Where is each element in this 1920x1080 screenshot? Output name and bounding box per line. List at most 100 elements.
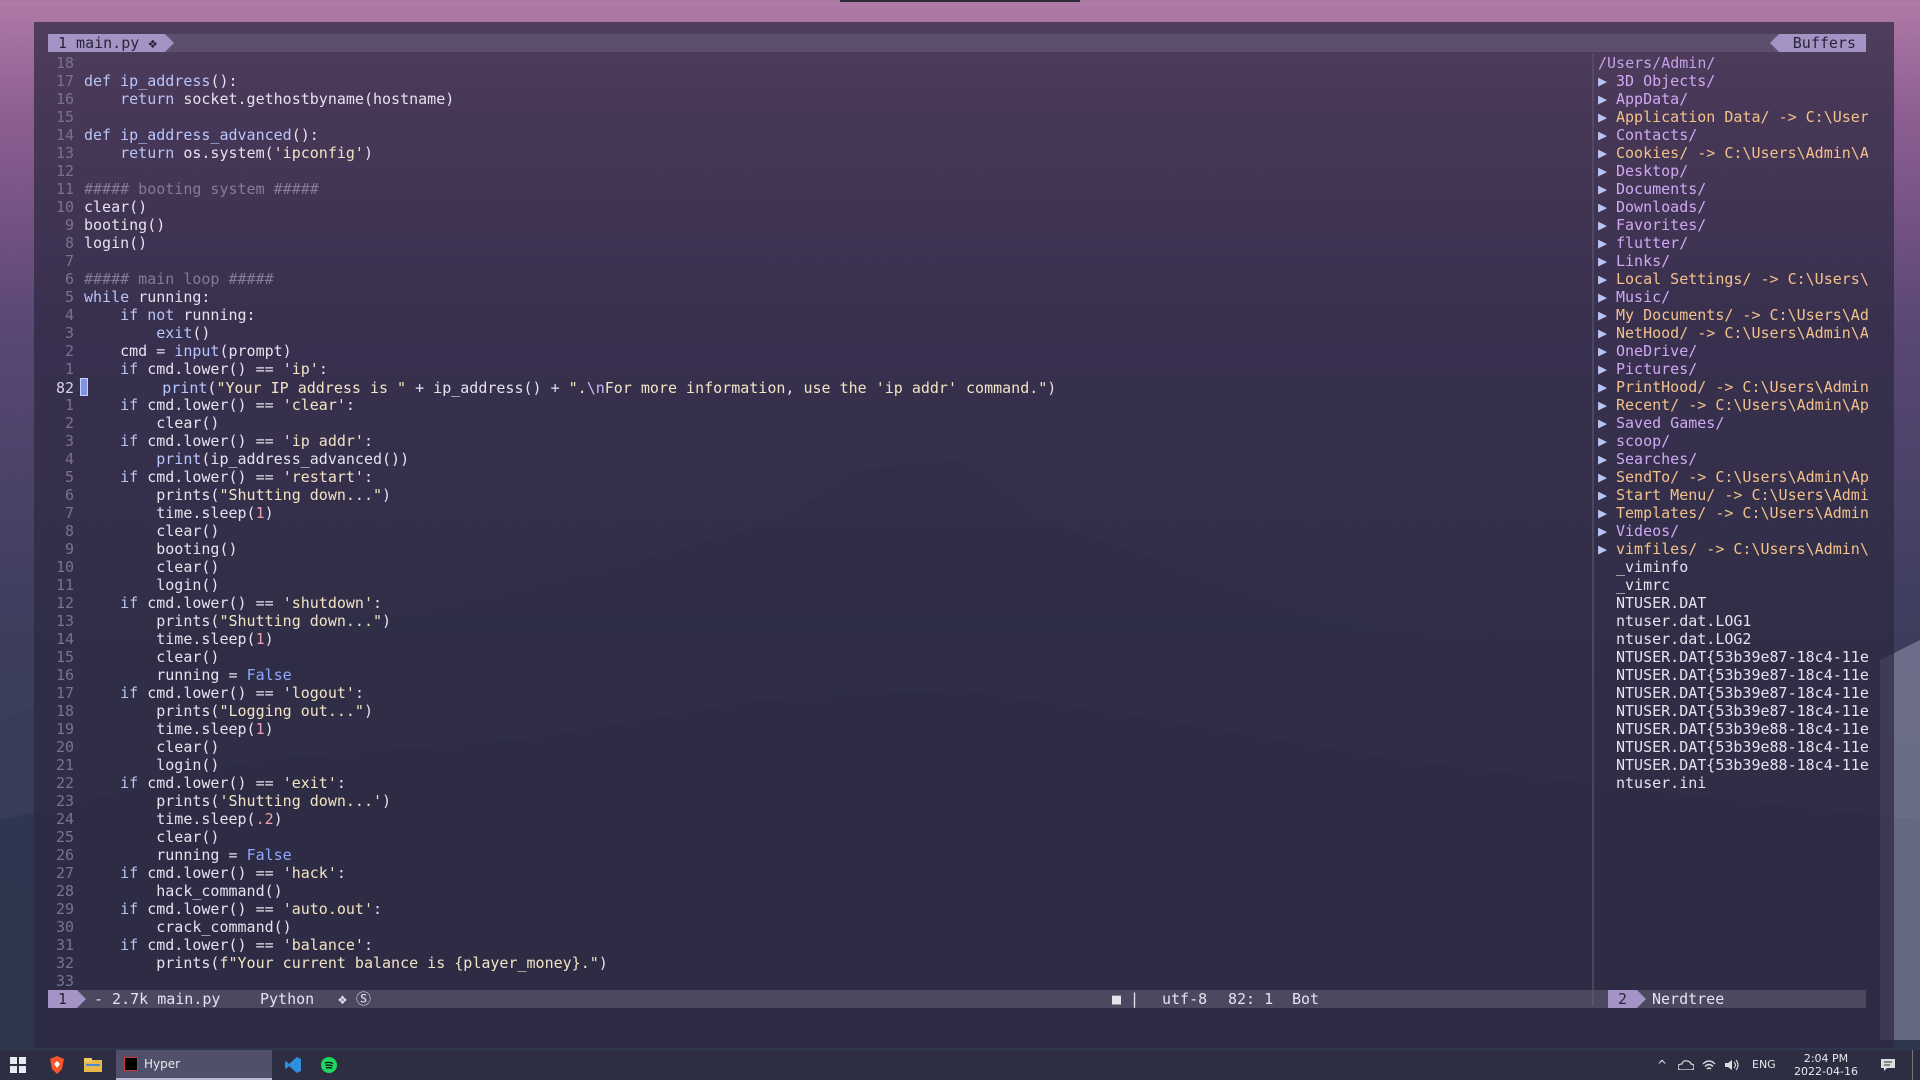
code-line[interactable]: 21 login() <box>48 756 220 774</box>
code-line[interactable]: 12 <box>48 162 84 180</box>
nerdtree-folder[interactable]: ▶ flutter/ <box>1598 234 1868 252</box>
wifi-icon[interactable] <box>1700 1050 1718 1080</box>
code-line[interactable]: 10 clear() <box>48 198 147 216</box>
code-line[interactable]: 3 exit() <box>48 324 210 342</box>
expand-arrow-icon[interactable]: ▶ <box>1598 540 1616 558</box>
code-line[interactable]: 13 prints("Shutting down...") <box>48 612 391 630</box>
nerdtree-file[interactable]: NTUSER.DAT{53b39e87-18c4-11e <box>1598 648 1868 666</box>
code-line[interactable]: 30 crack_command() <box>48 918 292 936</box>
nerdtree-folder[interactable]: ▶ Downloads/ <box>1598 198 1868 216</box>
nerdtree-folder[interactable]: ▶ AppData/ <box>1598 90 1868 108</box>
code-line[interactable]: 11 ##### booting system ##### <box>48 180 319 198</box>
nerdtree-folder[interactable]: ▶ Music/ <box>1598 288 1868 306</box>
code-line[interactable]: 18 <box>48 54 84 72</box>
code-line[interactable]: 14 def ip_address_advanced(): <box>48 126 319 144</box>
expand-arrow-icon[interactable]: ▶ <box>1598 126 1616 144</box>
code-line[interactable]: 28 hack_command() <box>48 882 283 900</box>
nerdtree-file[interactable]: NTUSER.DAT{53b39e88-18c4-11e <box>1598 756 1868 774</box>
nerdtree-folder[interactable]: ▶ Recent/ -> C:\Users\Admin\Ap <box>1598 396 1868 414</box>
code-line[interactable]: 18 prints("Logging out...") <box>48 702 373 720</box>
expand-arrow-icon[interactable]: ▶ <box>1598 360 1616 378</box>
code-line[interactable]: 22 if cmd.lower() == 'exit': <box>48 774 346 792</box>
code-line[interactable]: 2 clear() <box>48 414 220 432</box>
expand-arrow-icon[interactable]: ▶ <box>1598 468 1616 486</box>
code-line[interactable]: 14 time.sleep(1) <box>48 630 274 648</box>
code-line[interactable]: 8 login() <box>48 234 147 252</box>
code-line[interactable]: 7 <box>48 252 84 270</box>
onedrive-icon[interactable] <box>1676 1050 1696 1080</box>
nerdtree-folder[interactable]: ▶ Cookies/ -> C:\Users\Admin\A <box>1598 144 1868 162</box>
code-line[interactable]: 13 return os.system('ipconfig') <box>48 144 373 162</box>
code-line[interactable]: 7 time.sleep(1) <box>48 504 274 522</box>
brave-browser-icon[interactable] <box>44 1050 70 1080</box>
expand-arrow-icon[interactable]: ▶ <box>1598 378 1616 396</box>
nerdtree-folder[interactable]: ▶ Application Data/ -> C:\User <box>1598 108 1868 126</box>
vscode-icon[interactable] <box>280 1050 306 1080</box>
code-line[interactable]: 20 clear() <box>48 738 220 756</box>
expand-arrow-icon[interactable]: ▶ <box>1598 270 1616 288</box>
code-line[interactable]: 27 if cmd.lower() == 'hack': <box>48 864 346 882</box>
expand-arrow-icon[interactable]: ▶ <box>1598 162 1616 180</box>
nerdtree-folder[interactable]: ▶ Start Menu/ -> C:\Users\Admi <box>1598 486 1868 504</box>
notification-icon[interactable] <box>1876 1050 1900 1080</box>
code-line[interactable]: 11 login() <box>48 576 220 594</box>
code-line[interactable]: 1 if cmd.lower() == 'clear': <box>48 396 355 414</box>
nerdtree-folder[interactable]: ▶ Videos/ <box>1598 522 1868 540</box>
expand-arrow-icon[interactable]: ▶ <box>1598 234 1616 252</box>
nerdtree-file[interactable]: NTUSER.DAT <box>1598 594 1868 612</box>
system-clock[interactable]: 2:04 PM 2022-04-16 <box>1780 1052 1872 1078</box>
code-line[interactable]: 6 prints("Shutting down...") <box>48 486 391 504</box>
expand-arrow-icon[interactable]: ▶ <box>1598 90 1616 108</box>
nerdtree-file[interactable]: ntuser.ini <box>1598 774 1868 792</box>
expand-arrow-icon[interactable]: ▶ <box>1598 216 1616 234</box>
nerdtree-file[interactable]: NTUSER.DAT{53b39e87-18c4-11e <box>1598 702 1868 720</box>
code-line[interactable]: 32 prints(f"Your current balance is {pla… <box>48 954 608 972</box>
code-line[interactable]: 9 booting() <box>48 216 165 234</box>
expand-arrow-icon[interactable]: ▶ <box>1598 252 1616 270</box>
hyper-terminal-window[interactable]: 1 main.py ❖ Buffers 18 17 def ip_address()… <box>34 22 1894 1048</box>
taskbar-hyper-app[interactable]: Hyper <box>116 1050 272 1080</box>
code-line[interactable]: 10 clear() <box>48 558 220 576</box>
nerdtree-file[interactable]: ntuser.dat.LOG1 <box>1598 612 1868 630</box>
expand-arrow-icon[interactable]: ▶ <box>1598 198 1616 216</box>
expand-arrow-icon[interactable]: ▶ <box>1598 432 1616 450</box>
nerdtree-folder[interactable]: ▶ SendTo/ -> C:\Users\Admin\Ap <box>1598 468 1868 486</box>
expand-arrow-icon[interactable]: ▶ <box>1598 450 1616 468</box>
code-line[interactable]: 16 return socket.gethostbyname(hostname) <box>48 90 454 108</box>
nerdtree-folder[interactable]: ▶ Pictures/ <box>1598 360 1868 378</box>
start-button[interactable] <box>4 1050 32 1080</box>
code-line[interactable]: 8 clear() <box>48 522 220 540</box>
expand-arrow-icon[interactable]: ▶ <box>1598 414 1616 432</box>
code-line[interactable]: 23 prints('Shutting down...') <box>48 792 391 810</box>
code-line[interactable]: 15 <box>48 108 84 126</box>
code-line[interactable]: 9 booting() <box>48 540 238 558</box>
code-line[interactable]: 5 while running: <box>48 288 210 306</box>
spotify-icon[interactable] <box>316 1050 342 1080</box>
expand-arrow-icon[interactable]: ▶ <box>1598 72 1616 90</box>
code-line[interactable]: 24 time.sleep(.2) <box>48 810 283 828</box>
split-divider[interactable] <box>1592 54 1594 1006</box>
nerdtree-folder[interactable]: ▶ Local Settings/ -> C:\Users\ <box>1598 270 1868 288</box>
nerdtree-folder[interactable]: ▶ Documents/ <box>1598 180 1868 198</box>
code-line[interactable]: 33 <box>48 972 84 990</box>
nerdtree-folder[interactable]: ▶ Favorites/ <box>1598 216 1868 234</box>
expand-arrow-icon[interactable]: ▶ <box>1598 288 1616 306</box>
code-line[interactable]: 1 if cmd.lower() == 'ip': <box>48 360 328 378</box>
nerdtree-file[interactable]: _viminfo <box>1598 558 1868 576</box>
tab-main-py[interactable]: 1 main.py ❖ <box>48 34 175 52</box>
code-line[interactable]: 31 if cmd.lower() == 'balance': <box>48 936 373 954</box>
volume-icon[interactable] <box>1722 1050 1742 1080</box>
expand-arrow-icon[interactable]: ▶ <box>1598 324 1616 342</box>
code-line[interactable]: 3 if cmd.lower() == 'ip addr': <box>48 432 373 450</box>
expand-arrow-icon[interactable]: ▶ <box>1598 306 1616 324</box>
nerdtree-file[interactable]: NTUSER.DAT{53b39e88-18c4-11e <box>1598 738 1868 756</box>
nerdtree-file[interactable]: NTUSER.DAT{53b39e88-18c4-11e <box>1598 720 1868 738</box>
language-indicator[interactable]: ENG <box>1752 1058 1776 1071</box>
nerdtree-folder[interactable]: ▶ Links/ <box>1598 252 1868 270</box>
nerdtree-folder[interactable]: ▶ vimfiles/ -> C:\Users\Admin\ <box>1598 540 1868 558</box>
code-line[interactable]: 29 if cmd.lower() == 'auto.out': <box>48 900 382 918</box>
code-line[interactable]: 15 clear() <box>48 648 220 666</box>
nerdtree-folder[interactable]: ▶ Desktop/ <box>1598 162 1868 180</box>
expand-arrow-icon[interactable]: ▶ <box>1598 108 1616 126</box>
expand-arrow-icon[interactable]: ▶ <box>1598 180 1616 198</box>
